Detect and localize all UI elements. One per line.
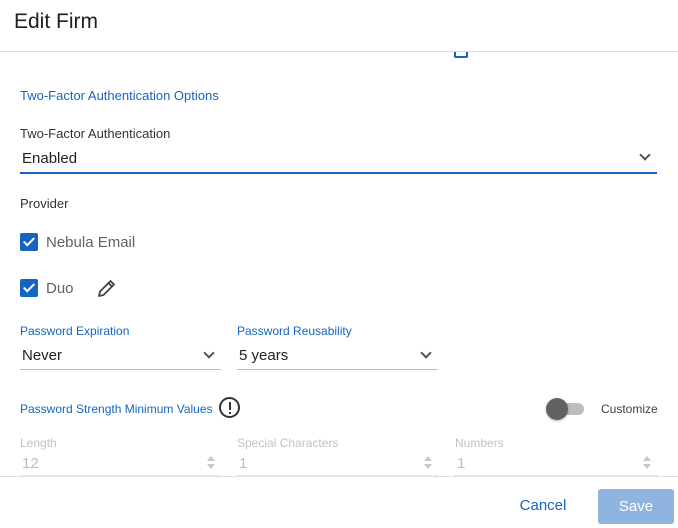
- pencil-icon[interactable]: [96, 277, 118, 299]
- chevron-down-icon: [420, 347, 432, 359]
- duo-label: Duo: [46, 279, 74, 297]
- two-factor-select[interactable]: Enabled: [20, 146, 657, 174]
- copy-icon[interactable]: [454, 52, 468, 58]
- two-factor-select-value: Enabled: [22, 150, 78, 167]
- customize-label: Customize: [601, 402, 658, 416]
- two-factor-section-title: Two-Factor Authentication Options: [20, 88, 219, 103]
- chevron-down-icon: [639, 149, 651, 161]
- dialog-header: Edit Firm: [0, 0, 678, 52]
- toggle-thumb: [546, 398, 568, 420]
- customize-toggle[interactable]: [546, 398, 586, 420]
- provider-option-nebula-email[interactable]: Nebula Email: [20, 233, 135, 251]
- provider-option-duo[interactable]: Duo: [20, 277, 118, 299]
- password-reusability-label: Password Reusability: [237, 324, 352, 338]
- spinner-icon[interactable]: [424, 456, 432, 470]
- clipped-link-text[interactable]: [482, 52, 512, 56]
- special-characters-value: 1: [239, 455, 248, 472]
- length-value: 12: [22, 455, 39, 472]
- password-expiration-label: Password Expiration: [20, 324, 130, 338]
- password-expiration-value: Never: [22, 347, 63, 364]
- spinner-icon[interactable]: [643, 456, 651, 470]
- password-reusability-value: 5 years: [239, 347, 289, 364]
- spinner-icon[interactable]: [207, 456, 215, 470]
- info-circle-icon[interactable]: [219, 397, 240, 418]
- password-reusability-select[interactable]: 5 years: [237, 344, 438, 370]
- special-characters-input[interactable]: 1: [237, 452, 438, 476]
- length-input[interactable]: 12: [20, 452, 221, 476]
- dialog-footer: Cancel Save: [0, 476, 678, 528]
- dialog-title: Edit Firm: [14, 10, 98, 33]
- numbers-input[interactable]: 1: [455, 452, 657, 476]
- save-button[interactable]: Save: [598, 489, 674, 524]
- nebula-email-checkbox[interactable]: [20, 233, 38, 251]
- password-strength-title: Password Strength Minimum Values: [20, 402, 213, 416]
- two-factor-field-label: Two-Factor Authentication: [20, 126, 171, 141]
- nebula-email-label: Nebula Email: [46, 233, 136, 251]
- numbers-value: 1: [457, 455, 466, 472]
- password-expiration-select[interactable]: Never: [20, 344, 221, 370]
- special-characters-label: Special Characters: [237, 436, 339, 450]
- duo-checkbox[interactable]: [20, 279, 38, 297]
- dialog-body[interactable]: Two-Factor Authentication Options Two-Fa…: [0, 52, 678, 476]
- provider-label: Provider: [20, 196, 69, 211]
- cancel-button[interactable]: Cancel: [507, 489, 579, 521]
- numbers-label: Numbers: [455, 436, 504, 450]
- chevron-down-icon: [203, 347, 215, 359]
- length-label: Length: [20, 436, 57, 450]
